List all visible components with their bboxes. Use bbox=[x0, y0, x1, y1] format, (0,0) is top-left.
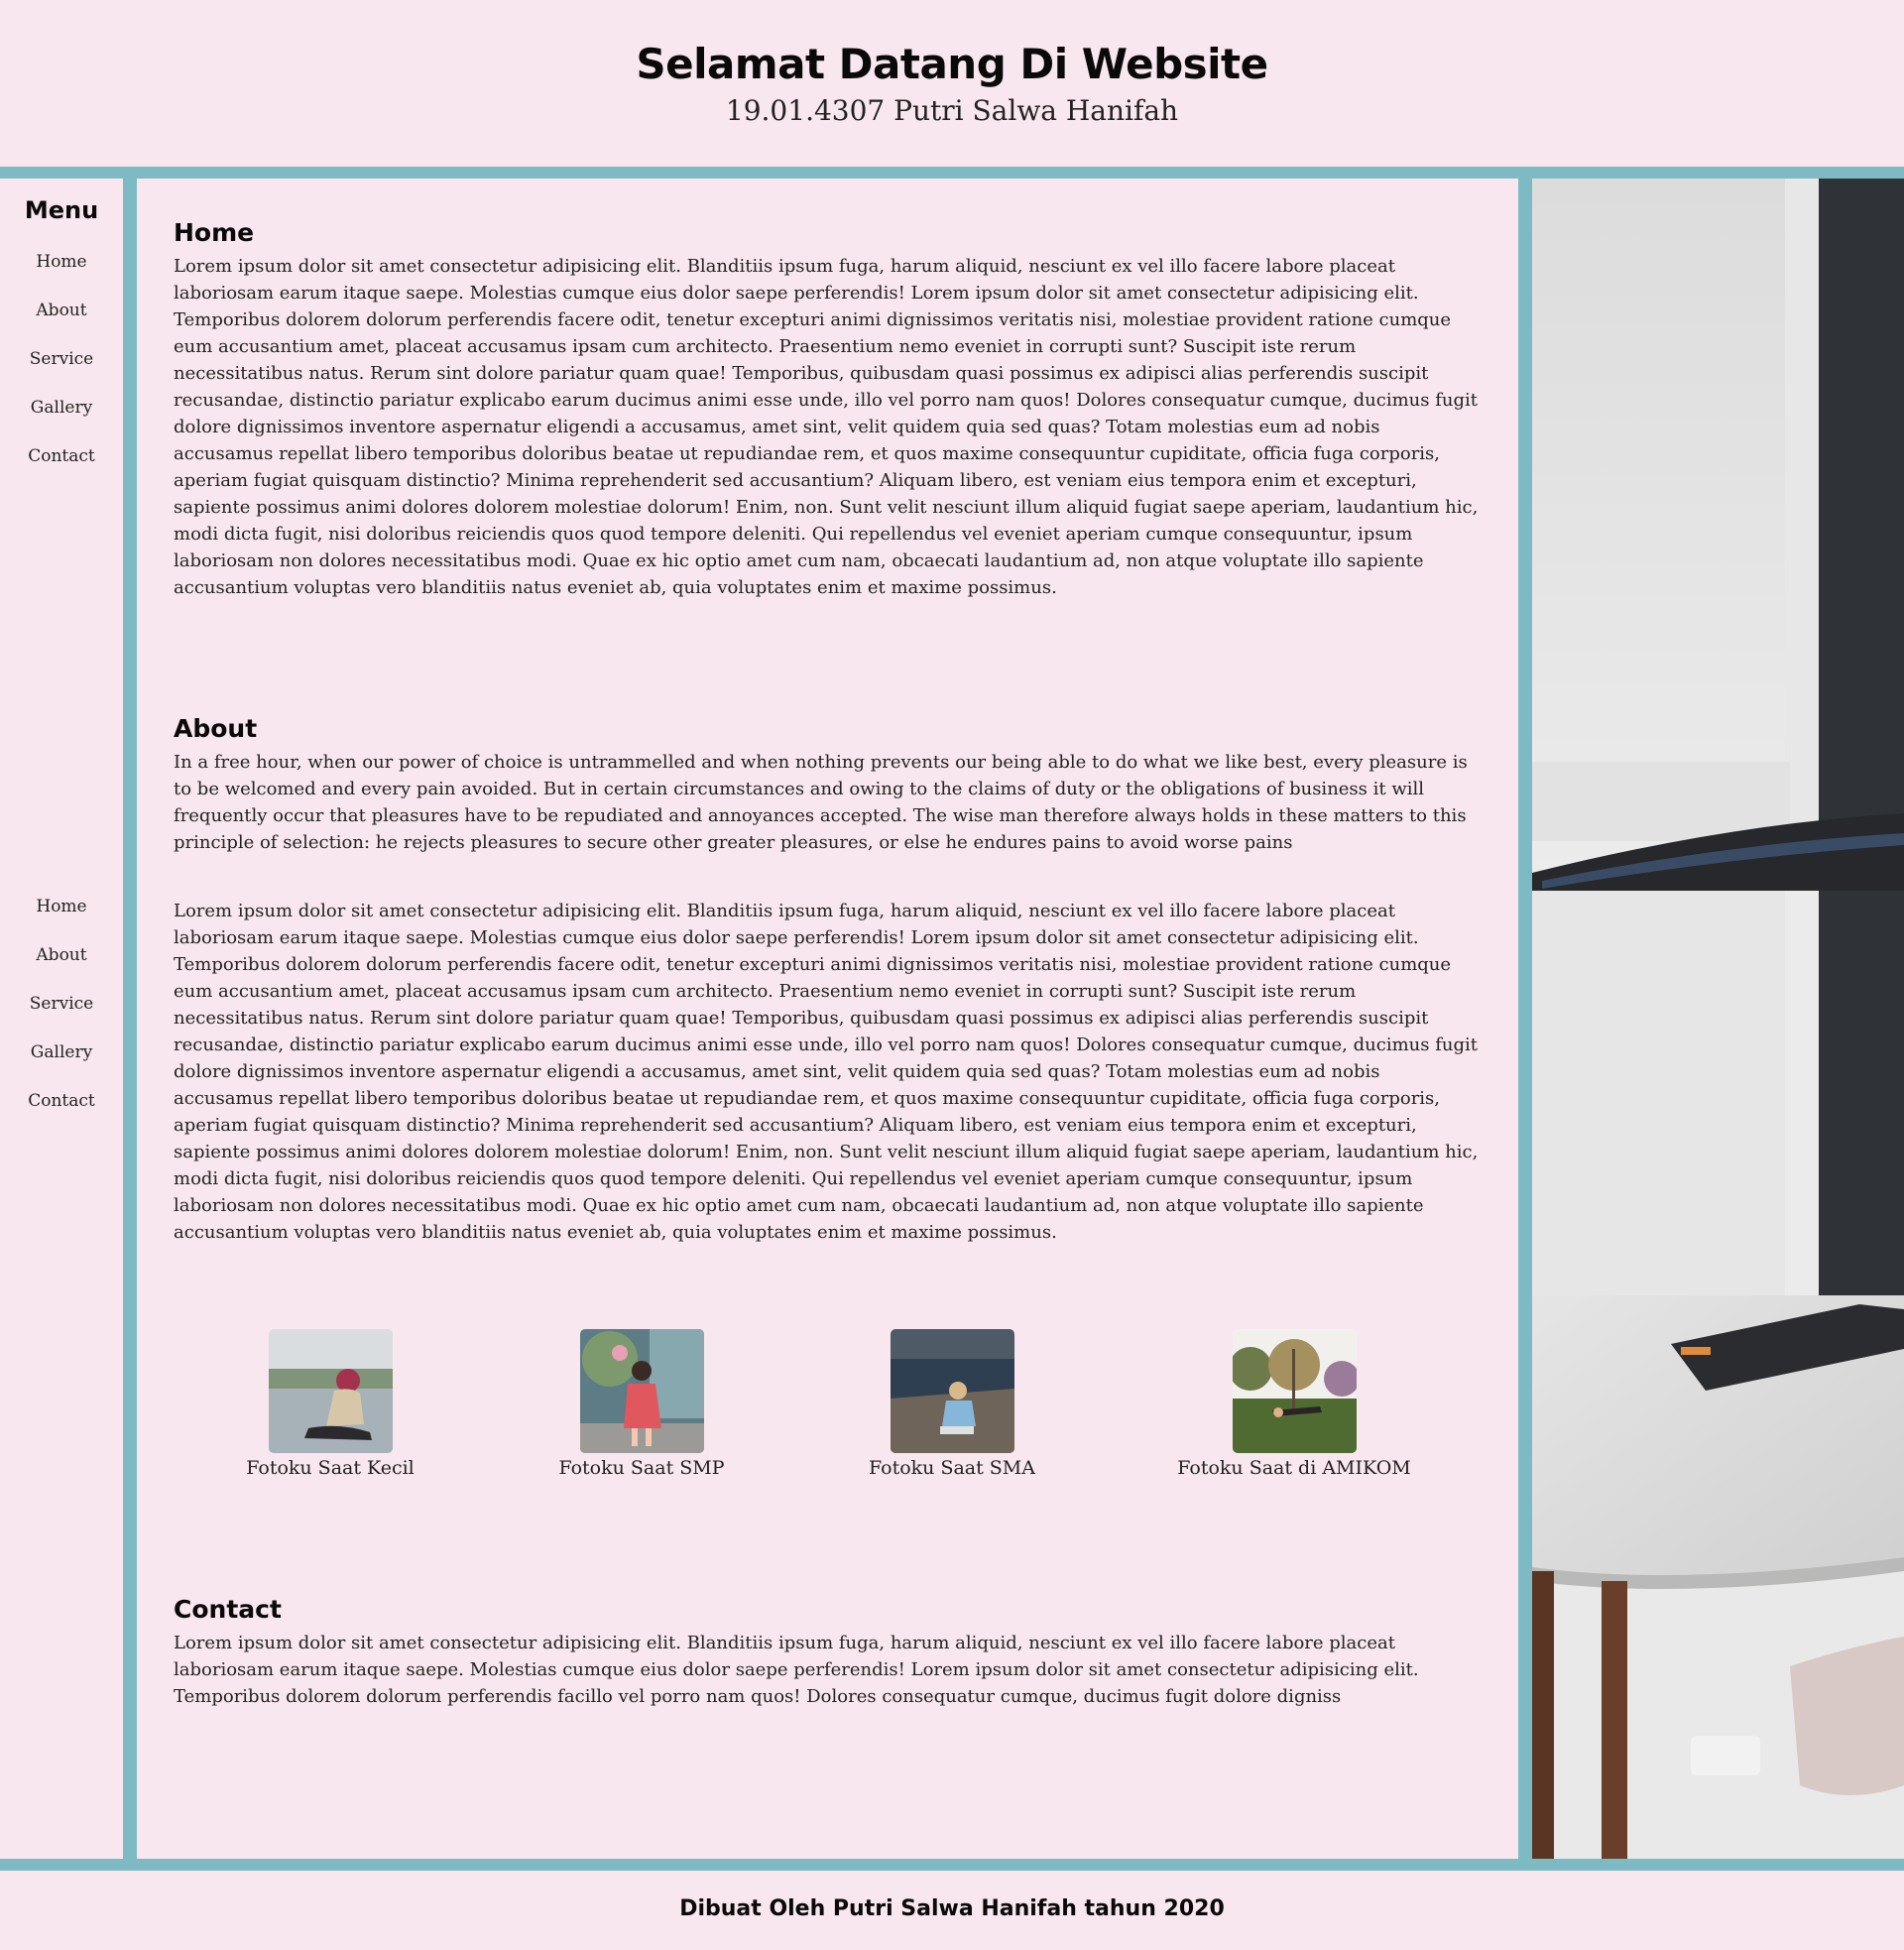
gallery-caption: Fotoku Saat Kecil bbox=[246, 1457, 415, 1479]
bottom-divider bbox=[0, 1859, 1904, 1871]
nav-item-service[interactable]: Service bbox=[0, 980, 123, 1029]
about-title: About bbox=[174, 714, 258, 743]
nav-item-home[interactable]: Home bbox=[0, 883, 123, 931]
gallery-item[interactable]: Fotoku Saat SMP bbox=[523, 1329, 761, 1479]
about-text: In a free hour, when our power of choice… bbox=[174, 752, 1468, 853]
site-footer: Dibuat Oleh Putri Salwa Hanifah tahun 20… bbox=[0, 1871, 1904, 1950]
page-subtitle: 19.01.4307 Putri Salwa Hanifah bbox=[725, 94, 1179, 127]
top-divider bbox=[0, 167, 1904, 179]
nav-item-about[interactable]: About bbox=[0, 287, 123, 335]
home-text: Lorem ipsum dolor sit amet consectetur a… bbox=[174, 256, 1479, 598]
nav-item-about[interactable]: About bbox=[0, 931, 123, 980]
gallery-item[interactable]: Fotoku Saat di AMIKOM bbox=[1175, 1329, 1413, 1479]
nav-item-contact[interactable]: Contact bbox=[0, 1077, 123, 1126]
contact-title: Contact bbox=[174, 1595, 282, 1624]
gallery-caption: Fotoku Saat SMP bbox=[558, 1457, 725, 1479]
nav-list: Home About Service Gallery Contact bbox=[0, 238, 123, 481]
gallery-caption: Fotoku Saat di AMIKOM bbox=[1177, 1457, 1411, 1479]
decorative-background-image bbox=[1532, 179, 1904, 1859]
nav-item-gallery[interactable]: Gallery bbox=[0, 384, 123, 432]
main-content: Home Lorem ipsum dolor sit amet consecte… bbox=[137, 179, 1518, 1859]
gallery-caption: Fotoku Saat SMA bbox=[869, 1457, 1035, 1479]
gallery-item[interactable]: Fotoku Saat SMA bbox=[833, 1329, 1071, 1479]
home-title: Home bbox=[174, 218, 255, 247]
gallery-photo[interactable] bbox=[1232, 1329, 1357, 1453]
nav-item-service[interactable]: Service bbox=[0, 335, 123, 384]
sidebar-menu: Menu Home About Service Gallery Contact … bbox=[0, 179, 123, 1859]
service-text: Lorem ipsum dolor sit amet consectetur a… bbox=[174, 901, 1479, 1243]
nav-list-repeat: Home About Service Gallery Contact bbox=[0, 883, 123, 1126]
site-header: Selamat Datang Di Website 19.01.4307 Put… bbox=[0, 0, 1904, 167]
sidebar-divider bbox=[123, 179, 137, 1859]
aside-divider bbox=[1518, 179, 1532, 1859]
gallery-photo[interactable] bbox=[890, 1329, 1014, 1453]
contact-text: Lorem ipsum dolor sit amet consectetur a… bbox=[174, 1633, 1419, 1707]
gallery-item[interactable]: Fotoku Saat Kecil bbox=[211, 1329, 449, 1479]
page-title: Selamat Datang Di Website bbox=[636, 40, 1268, 88]
nav-item-home[interactable]: Home bbox=[0, 238, 123, 287]
nav-item-contact[interactable]: Contact bbox=[0, 432, 123, 481]
nav-item-gallery[interactable]: Gallery bbox=[0, 1029, 123, 1077]
gallery-photo[interactable] bbox=[579, 1329, 704, 1453]
menu-title: Menu bbox=[24, 196, 99, 224]
gallery-photo[interactable] bbox=[268, 1329, 393, 1453]
footer-text: Dibuat Oleh Putri Salwa Hanifah tahun 20… bbox=[679, 1896, 1225, 1921]
